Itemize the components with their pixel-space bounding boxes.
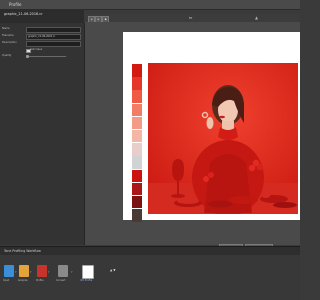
field-name-row: Name [2,27,82,33]
color-swatch[interactable] [132,209,142,222]
workflow-node-label: Input [3,279,10,282]
workflow-panel: › › › › Input Analyze Profile Convert IC… [0,255,300,300]
field-filename-row: Filename graphic_21-06-2018.cr [2,34,82,40]
name-field[interactable] [26,27,81,33]
field-label: Filename [2,34,14,37]
window-title: Profile [9,2,22,7]
color-swatch[interactable] [132,182,142,196]
checkbox-label: Auto Save [30,48,43,51]
workflow-node-convert-icon[interactable] [58,265,68,277]
color-swatch[interactable] [132,129,142,143]
color-swatch-column [132,64,142,222]
color-swatch[interactable] [132,103,142,117]
workflow-node-analyze-icon[interactable] [19,265,29,277]
preview-photo [148,63,298,214]
collapse-icon[interactable]: ▲ [255,15,258,20]
file-header: graphic_21-06-2018.cr [0,9,84,23]
color-swatch[interactable] [132,64,142,77]
workflow-node-label: Analyze [18,279,28,282]
field-label: Description [2,41,17,44]
workflow-node-label: ICC Profile [80,279,93,282]
workflow-node-profile-icon[interactable] [37,265,47,277]
color-swatch[interactable] [132,195,142,209]
description-field[interactable] [26,41,81,47]
file-title: graphic_21-06-2018.cr [4,12,43,16]
preview-area: Save Profile Revert to Saved [85,22,300,252]
slider-row: Quality [2,54,82,59]
color-swatch[interactable] [132,156,142,169]
photo-illustration [148,63,298,214]
arrow-right-icon: › [15,269,17,274]
color-swatch[interactable] [132,169,142,182]
workflow-title: Tone Profiling Workflow [4,249,41,253]
workflow-node-icc-profile-icon[interactable] [82,265,94,279]
color-swatch[interactable] [132,90,142,103]
workflow-stepper[interactable]: ▲ ▼ [110,268,116,272]
color-swatch[interactable] [132,143,142,156]
checkbox-row: Auto Save [2,48,82,53]
arrow-right-icon: › [48,269,50,274]
arrow-right-icon: › [71,269,73,274]
slider-label: Quality [2,54,12,57]
quality-slider-track[interactable] [26,55,66,57]
quality-slider-thumb[interactable] [26,54,29,58]
preview-toolbar: ◂ ▸ ▪ Fit ▲ [85,14,300,23]
workflow-node-label: Convert [56,279,66,282]
workflow-node-label: Profile [36,279,44,282]
properties-panel: Name Filename graphic_21-06-2018.cr Desc… [0,23,85,245]
workflow-node-input-icon[interactable] [4,265,14,277]
field-label: Name [2,27,10,30]
filename-field[interactable]: graphic_21-06-2018.cr [26,34,81,40]
zoom-label[interactable]: Fit [189,16,192,20]
arrow-right-icon: › [30,269,32,274]
field-description-row: Description [2,41,82,47]
color-swatch[interactable] [132,116,142,130]
color-swatch[interactable] [132,77,142,90]
